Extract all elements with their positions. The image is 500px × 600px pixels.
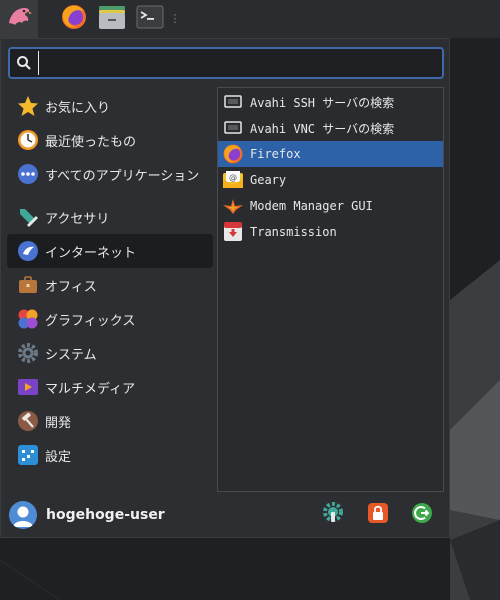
category-separator — [7, 191, 213, 200]
top-panel: ⋮ — [0, 0, 500, 38]
application-list: Avahi SSH サーバの検索 Avahi VNC サーバの検索 Firefo… — [217, 87, 444, 492]
graphics-icon — [17, 308, 39, 330]
category-multimedia[interactable]: マルチメディア — [7, 370, 213, 404]
app-label: Avahi SSH サーバの検索 — [250, 95, 395, 110]
category-label: インターネット — [45, 245, 137, 261]
search-box[interactable] — [8, 47, 444, 79]
settings-icon — [17, 444, 39, 466]
category-label: 開発 — [45, 415, 72, 431]
search-icon — [10, 55, 38, 71]
app-label: Geary — [250, 173, 287, 187]
category-settings[interactable]: 設定 — [7, 438, 213, 472]
panel-launcher-firefox[interactable] — [55, 0, 93, 38]
category-all-applications[interactable]: すべてのアプリケーション — [7, 157, 213, 191]
briefcase-icon — [17, 274, 39, 296]
lock-screen-button[interactable] — [366, 503, 390, 527]
svg-text:@: @ — [229, 173, 237, 182]
panel-launcher-terminal[interactable] — [131, 0, 169, 38]
star-icon — [17, 95, 39, 117]
network-icon — [222, 117, 244, 139]
category-label: アクセサリ — [45, 211, 110, 227]
mail-icon: @ — [222, 169, 244, 191]
category-internet[interactable]: インターネット — [7, 234, 213, 268]
category-recent[interactable]: 最近使ったもの — [7, 123, 213, 157]
menu-footer: hogehoge-user — [1, 497, 451, 537]
app-item-geary[interactable]: @ Geary — [218, 167, 443, 193]
terminal-icon — [136, 3, 164, 35]
username: hogehoge-user — [46, 507, 165, 523]
category-office[interactable]: オフィス — [7, 268, 213, 302]
whisker-menu-button[interactable] — [0, 0, 38, 38]
category-accessories[interactable]: アクセサリ — [7, 200, 213, 234]
transmission-icon — [222, 221, 244, 243]
app-label: Firefox — [250, 147, 301, 161]
category-graphics[interactable]: グラフィックス — [7, 302, 213, 336]
app-item-avahi-vnc[interactable]: Avahi VNC サーバの検索 — [218, 115, 443, 141]
category-label: システム — [45, 347, 97, 363]
app-item-transmission[interactable]: Transmission — [218, 219, 443, 245]
firefox-icon — [222, 143, 244, 165]
category-favorites[interactable]: お気に入り — [7, 89, 213, 123]
app-item-firefox[interactable]: Firefox — [218, 141, 443, 167]
multimedia-icon — [17, 376, 39, 398]
category-label: グラフィックス — [45, 313, 136, 329]
logout-icon — [411, 502, 433, 528]
category-list: お気に入り 最近使ったもの すべてのアプリケーション アクセサリ インターネット… — [7, 89, 213, 472]
hammer-icon — [17, 410, 39, 432]
panel-separator[interactable]: ⋮ — [169, 13, 181, 24]
app-item-modem-manager[interactable]: Modem Manager GUI — [218, 193, 443, 219]
accessories-icon — [17, 206, 39, 228]
category-system[interactable]: システム — [7, 336, 213, 370]
grid-dots-icon — [17, 163, 39, 185]
app-label: Transmission — [250, 225, 337, 239]
clock-icon — [17, 129, 39, 151]
settings-manager-button[interactable] — [321, 502, 345, 528]
network-icon — [222, 91, 244, 113]
app-label: Avahi VNC サーバの検索 — [250, 121, 395, 136]
file-manager-icon — [98, 3, 126, 35]
whisker-menu-window: お気に入り 最近使ったもの すべてのアプリケーション アクセサリ インターネット… — [0, 38, 450, 538]
settings-manager-icon — [322, 502, 344, 528]
app-item-avahi-ssh[interactable]: Avahi SSH サーバの検索 — [218, 89, 443, 115]
modem-icon — [222, 195, 244, 217]
category-label: すべてのアプリケーション — [45, 168, 200, 184]
gear-icon — [17, 342, 39, 364]
search-input[interactable] — [38, 51, 442, 75]
category-label: オフィス — [45, 279, 97, 295]
panel-launcher-file-manager[interactable] — [93, 0, 131, 38]
category-development[interactable]: 開発 — [7, 404, 213, 438]
category-label: 設定 — [45, 449, 72, 465]
category-label: お気に入り — [45, 100, 111, 116]
lock-icon — [367, 502, 389, 528]
whisker-menu-icon — [5, 3, 33, 35]
logout-button[interactable] — [410, 503, 434, 527]
category-label: マルチメディア — [45, 381, 136, 397]
app-label: Modem Manager GUI — [250, 199, 373, 213]
category-label: 最近使ったもの — [45, 134, 137, 150]
avatar[interactable] — [9, 501, 37, 529]
firefox-icon — [60, 3, 88, 35]
internet-icon — [17, 240, 39, 262]
